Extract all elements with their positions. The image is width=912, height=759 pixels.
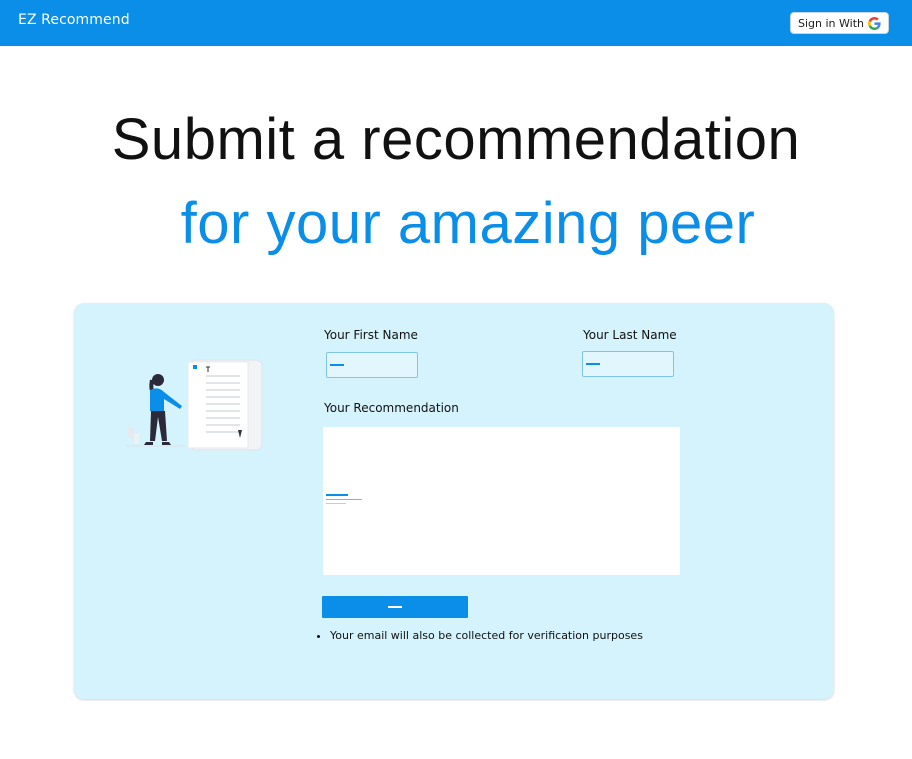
- submit-button-dash: [388, 606, 402, 608]
- last-name-input[interactable]: [582, 351, 674, 377]
- recommendation-form-card: Your First Name Your Last Name Your Reco…: [74, 303, 834, 699]
- hero-title-line-2: for your amazing peer: [180, 191, 756, 256]
- hero-title-line-1: Submit a recommendation: [111, 107, 801, 172]
- first-name-label: Your First Name: [324, 328, 418, 342]
- recommendation-textarea[interactable]: [323, 427, 680, 575]
- submit-button[interactable]: [322, 596, 468, 618]
- top-nav-bar: EZ Recommend Sign in With: [0, 0, 912, 46]
- sign-in-button[interactable]: Sign in With: [790, 12, 889, 34]
- person-with-document-illustration: [126, 358, 271, 470]
- textarea-placeholder-line: [326, 499, 362, 500]
- sign-in-label: Sign in With: [798, 16, 864, 30]
- textarea-placeholder-line: [326, 503, 346, 504]
- brand-title[interactable]: EZ Recommend: [18, 12, 130, 28]
- first-name-input[interactable]: [326, 352, 418, 378]
- verification-note-list: Your email will also be collected for ve…: [318, 629, 643, 642]
- google-icon: [868, 16, 881, 30]
- recommendation-label: Your Recommendation: [324, 401, 459, 415]
- first-name-placeholder-dash: [330, 364, 344, 366]
- last-name-placeholder-dash: [586, 363, 600, 365]
- verification-note: Your email will also be collected for ve…: [330, 629, 643, 642]
- textarea-placeholder-line: [326, 494, 348, 496]
- last-name-label: Your Last Name: [583, 328, 677, 342]
